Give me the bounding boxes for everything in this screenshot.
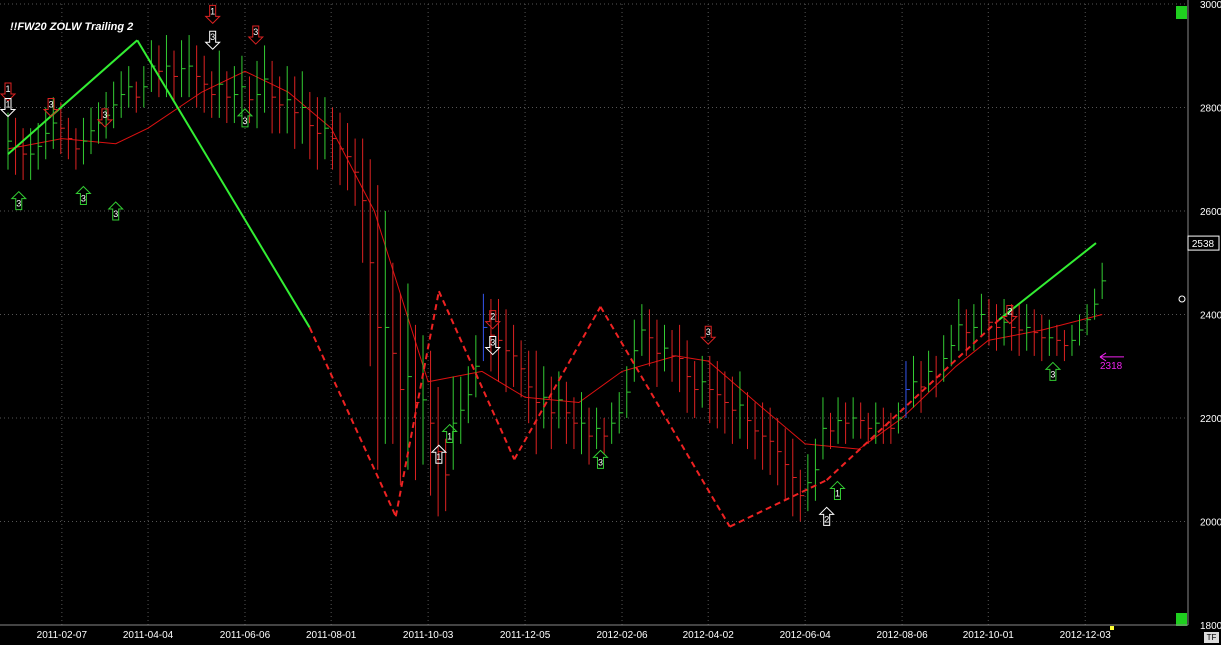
bottom-marker-icon	[1110, 626, 1114, 630]
price-bars	[7, 35, 1107, 522]
signal-arrow-icon: 3	[1044, 361, 1062, 381]
y-tick-label: 3000	[1200, 0, 1221, 11]
x-tick-label: 2012-04-02	[683, 630, 735, 641]
signal-arrow-icon: 1	[204, 4, 221, 25]
signal-label: 2	[1007, 307, 1012, 317]
x-tick-label: 2012-08-06	[877, 630, 929, 641]
price-chart[interactable]: 113333313331123332123 300028002600240022…	[0, 0, 1221, 645]
x-tick-label: 2011-08-01	[306, 630, 357, 641]
signal-label: 3	[1050, 369, 1055, 379]
signal-label: 3	[210, 32, 215, 42]
signal-arrow-icon: 1	[441, 423, 458, 444]
axes: 3000 2800 2600 2400 2200 2000 1800 2011-02-07 20…	[0, 0, 1221, 641]
signal-label: 3	[490, 338, 495, 348]
x-tick-label: 2012-06-04	[780, 630, 832, 641]
signal-label: 3	[49, 100, 54, 110]
x-tick-label: 2011-02-07	[37, 630, 88, 641]
zigzag-segment	[513, 306, 602, 460]
target-price-label: 2318	[1100, 361, 1123, 372]
signal-label: 1	[835, 488, 840, 498]
zigzag-segment	[394, 291, 440, 517]
signal-arrow-icon: 3	[75, 185, 92, 205]
x-tick-label: 2011-04-04	[123, 630, 174, 641]
signal-label: 3	[113, 209, 118, 219]
signal-label: 3	[81, 193, 86, 203]
y-tick-label: 2400	[1200, 311, 1221, 322]
moving-average	[7, 70, 1103, 450]
crosshair-marker-icon	[1178, 295, 1186, 303]
signal-label: 1	[447, 432, 452, 442]
signal-arrow-icon: 1	[430, 444, 448, 464]
signal-arrow-icon: 3	[592, 449, 609, 469]
x-tick-label: 2012-12-03	[1060, 630, 1112, 641]
zigzag-segment	[826, 318, 1000, 481]
signal-arrow-icon: 2	[818, 506, 835, 526]
signal-arrow-icon: 3	[699, 325, 717, 345]
y-tick-label: 2000	[1200, 518, 1221, 529]
signal-arrow-icon: 1	[829, 480, 846, 500]
signal-arrow-icon: 3	[10, 190, 27, 211]
signal-label: 1	[210, 6, 215, 16]
y-tick-label: 1800	[1200, 621, 1221, 632]
signal-label: 2	[824, 514, 829, 524]
x-tick-label: 2012-02-06	[596, 630, 648, 641]
signal-label: 3	[102, 110, 107, 120]
signal-arrow-icon: 3	[484, 336, 501, 356]
signal-label: 3	[706, 327, 711, 337]
zigzag-segment	[7, 39, 138, 155]
signal-label: 1	[5, 84, 10, 94]
zigzag-segment	[729, 479, 828, 528]
zigzag-segment	[599, 306, 731, 528]
x-tick-label: 2011-06-06	[220, 630, 271, 641]
signal-arrow-icon: 3	[204, 30, 221, 50]
signal-arrow-icon: 3	[96, 108, 114, 128]
x-tick-label: 2011-12-05	[500, 630, 551, 641]
signal-label: 3	[16, 199, 21, 209]
signal-label: 3	[598, 457, 603, 467]
x-tick-label: 2011-10-03	[403, 630, 454, 641]
signal-label: 1	[436, 452, 441, 462]
x-tick-label: 2012-10-01	[963, 630, 1015, 641]
y-tick-label: 2800	[1200, 104, 1221, 115]
signal-markers: 113333313331123332123	[0, 4, 1062, 526]
zigzag-segment	[136, 39, 311, 328]
price-overlays: 2538 2318	[1099, 235, 1220, 630]
zigzag-segment	[308, 327, 397, 517]
signal-label: 2	[490, 312, 495, 322]
last-price-label: 2538	[1192, 239, 1215, 250]
y-tick-label: 2600	[1200, 207, 1221, 218]
signal-label: 3	[242, 116, 247, 126]
zigzag-segment	[998, 242, 1097, 321]
ma-line	[7, 70, 1103, 450]
signal-arrow-icon: 3	[247, 25, 264, 45]
signal-arrow-icon: 2	[484, 310, 501, 330]
y-tick-label: 2200	[1200, 414, 1221, 425]
signal-label: 1	[5, 100, 10, 110]
signal-label: 3	[253, 27, 258, 37]
